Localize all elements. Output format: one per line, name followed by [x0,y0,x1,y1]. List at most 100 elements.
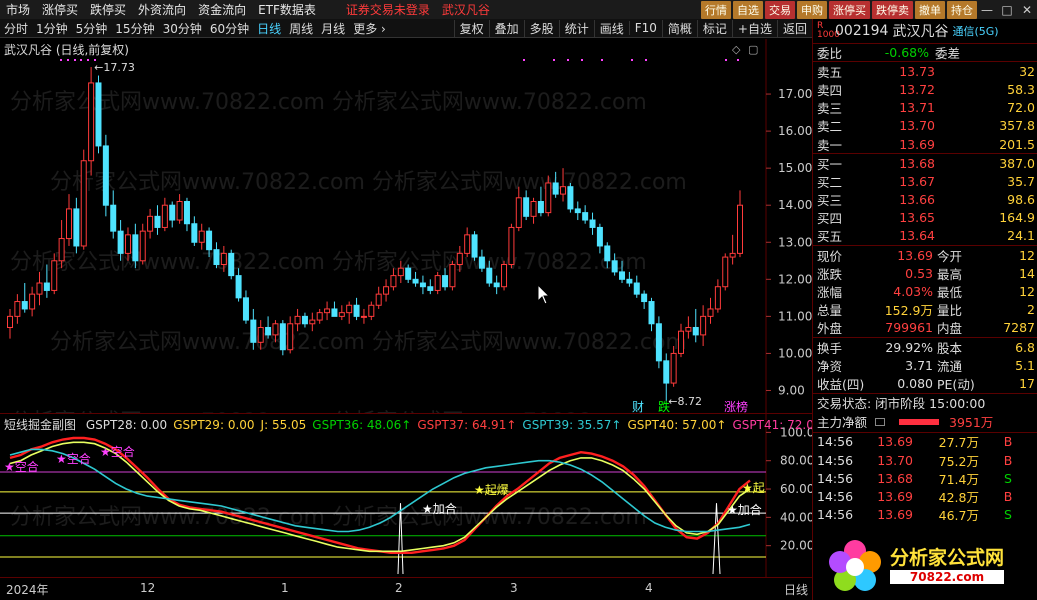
period-15min[interactable]: 15分钟 [111,20,158,37]
x-label-feb: 2 [395,581,403,595]
event-marker[interactable]: 财 [632,400,644,414]
stat-row: 现价 13.69 今开 12 [813,246,1037,264]
tb-limit-down-button[interactable]: 跌停卖 [872,0,913,19]
site-logo: 分析家公式网 70822.com [826,537,1031,595]
event-marker[interactable]: 涨榜 [724,399,748,414]
candle-body [117,230,124,254]
candle-body [552,182,559,195]
menu-etf-table[interactable]: ETF数据表 [252,1,322,18]
candle-body [220,252,227,265]
tick-row: 14:56 13.68 71.4万 S [813,469,1037,487]
candle-body [331,308,338,317]
tick-row: 14:56 13.69 42.8万 B [813,487,1037,505]
tick-time: 14:56 [817,488,854,504]
period-5min[interactable]: 5分钟 [72,20,112,37]
menu-limit-down-buy[interactable]: 跌停买 [84,1,132,18]
f10-button[interactable]: F10 [628,21,662,35]
period-60min[interactable]: 60分钟 [206,20,253,37]
back-button[interactable]: 返回 [776,19,812,37]
overlay-button[interactable]: 叠加 [488,19,524,37]
period-1min[interactable]: 1分钟 [32,20,72,37]
menu-capital-flow[interactable]: 资金流向 [192,1,252,18]
tb-watchlist-button[interactable]: 自选 [733,0,763,19]
tb-trade-button[interactable]: 交易 [765,0,795,19]
watermark-text: 分析家公式网www.70822.com 分析家公式网www.70822.com [50,330,687,355]
stat-label: 收益(四) [817,376,865,392]
period-toolbar: 分时 1分钟 5分钟 15分钟 30分钟 60分钟 日线 周线 月线 更多 › … [0,19,812,38]
signal-dot [631,59,633,61]
signal-annotation: ★空合 [56,451,91,466]
add-watchlist-button[interactable]: +自选 [731,19,777,37]
y-tick-label: 17.00 [778,87,812,101]
adjust-button[interactable]: 复权 [453,19,489,37]
signal-dot [737,59,739,61]
signal-annotation: ★起爆 [474,483,509,497]
candle-body [294,315,301,325]
minimize-icon[interactable]: — [977,3,997,17]
indicator-chart[interactable]: 分析家公式网www.70822.com 分析家公式网www.70822.com 1… [0,413,824,578]
candle-body [250,319,257,343]
candle-body [737,204,743,254]
watermark-text: 分析家公式网www.70822.com 分析家公式网www.70822.com [10,250,647,275]
legend-name: GSPT40 [627,418,675,432]
tb-position-button[interactable]: 持仓 [947,0,977,19]
indicator-svg[interactable]: 分析家公式网www.70822.com 分析家公式网www.70822.com1… [0,414,814,578]
sell-label: 卖四 [817,82,843,98]
tb-limit-up-button[interactable]: 涨停买 [829,0,870,19]
candle-body [88,82,95,162]
kline-svg[interactable]: 分析家公式网www.70822.com 分析家公式网www.70822.com 分… [0,39,812,435]
period-weekly[interactable]: 周线 [285,20,317,37]
stat-label: PE(动) [937,376,975,392]
menu-market[interactable]: 市场 [0,1,36,18]
period-30min[interactable]: 30分钟 [159,20,206,37]
tb-quote-button[interactable]: 行情 [701,0,731,19]
sell-price: 13.70 [899,118,935,134]
mark-button[interactable]: 标记 [696,19,732,37]
multi-stock-button[interactable]: 多股 [523,19,559,37]
high-label: ←17.73 [94,61,135,74]
stat-row: 涨幅 4.03% 最低 12 [813,282,1037,300]
stat-row: 收益(四) 0.080 PE(动) 17 [813,374,1037,392]
signal-dot [523,59,525,61]
trade-status: 交易状态: 闭市阶段 15:00:00 [817,396,986,412]
period-monthly[interactable]: 月线 [317,20,349,37]
period-more[interactable]: 更多 › [349,20,390,37]
sector-link[interactable]: 通信(5G) [952,23,998,39]
sell-volume: 357.8 [999,118,1035,134]
legend-name: GSPT29 [173,418,220,432]
close-icon[interactable]: ✕ [1017,3,1037,17]
maximize-icon[interactable]: □ [997,3,1017,17]
candle-body [338,312,345,317]
sell-label: 卖三 [817,101,843,117]
period-daily[interactable]: 日线 [253,20,285,37]
sell-price: 13.73 [899,63,935,79]
tb-ipo-button[interactable]: 申购 [797,0,827,19]
expand-icon[interactable]: ▢ [748,43,758,56]
candle-body [257,326,264,343]
mainflow-bar [899,418,939,425]
menu-foreign-flow[interactable]: 外资流向 [132,1,192,18]
signal-annotation: ★空合 [100,444,135,459]
sell-price: 13.69 [899,136,935,152]
candle-body [191,223,198,243]
flower-icon [829,540,881,591]
period-tick[interactable]: 分时 [0,20,32,37]
stat-label: 总量 [817,303,843,319]
stat-value: 12 [1019,247,1035,263]
mainflow-icon[interactable] [875,417,885,426]
summary-button[interactable]: 简概 [661,19,697,37]
stat-value: 13.69 [897,247,933,263]
candle-body [626,278,633,284]
kline-chart[interactable]: 分析家公式网www.70822.com 分析家公式网www.70822.com 分… [0,39,812,435]
candle-body [36,282,43,295]
tb-cancel-button[interactable]: 撤单 [915,0,945,19]
statistics-button[interactable]: 统计 [558,19,594,37]
event-marker[interactable]: 跌 [658,399,670,414]
login-status[interactable]: 证券交易未登录 [340,1,436,18]
menu-limit-up-buy[interactable]: 涨停买 [36,1,84,18]
menu-bar: 市场 涨停买 跌停买 外资流向 资金流向 ETF数据表 证券交易未登录 武汉凡谷… [0,0,1037,19]
candle-body [169,204,176,221]
diamond-icon[interactable]: ◇ [732,43,741,56]
watermark-text: 分析家公式网www.70822.com 分析家公式网www.70822.com [10,90,647,115]
draw-line-button[interactable]: 画线 [593,19,629,37]
